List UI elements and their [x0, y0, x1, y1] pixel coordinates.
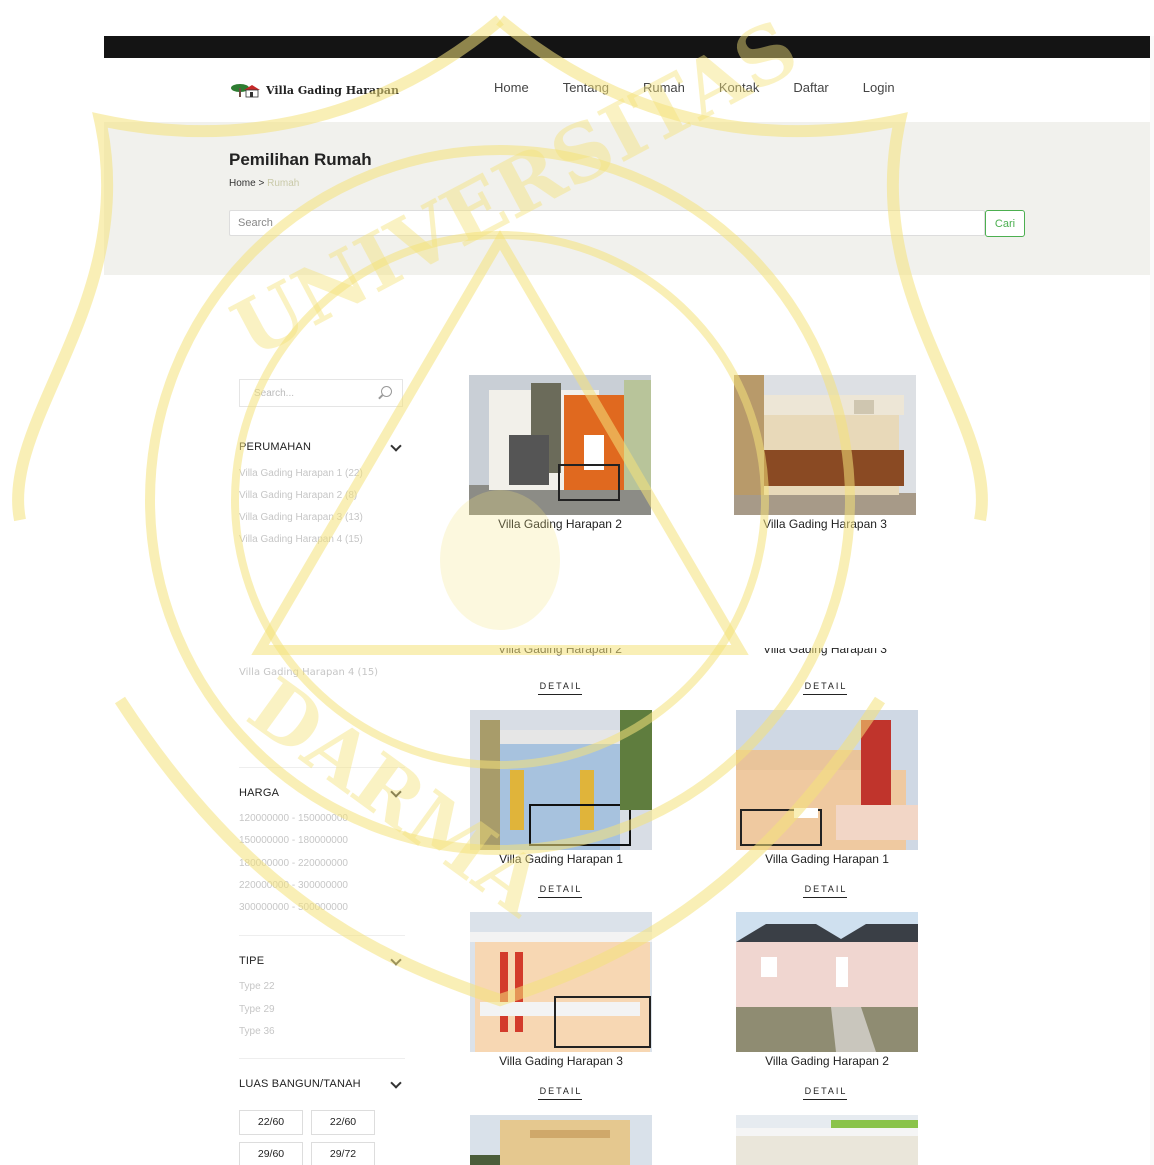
product-image[interactable] [736, 710, 918, 850]
detail-link[interactable]: DETAIL [469, 681, 651, 695]
nav-rumah[interactable]: Rumah [643, 80, 685, 95]
chevron-down-icon[interactable] [390, 440, 402, 452]
detail-label: DETAIL [537, 1086, 583, 1100]
perumahan-option[interactable]: Villa Gading Harapan 4 (15) [239, 534, 363, 545]
product-title[interactable]: Villa Gading Harapan 1 [736, 852, 918, 866]
nav-login[interactable]: Login [863, 80, 895, 95]
perumahan-option[interactable]: Villa Gading Harapan 2 (8) [239, 490, 357, 501]
page-title: Pemilihan Rumah [229, 150, 372, 169]
product-title[interactable]: Villa Gading Harapan 2 [469, 648, 651, 658]
breadcrumb: Home > Rumah [229, 178, 299, 189]
detail-link[interactable]: DETAIL [734, 681, 916, 695]
perumahan-option[interactable]: Villa Gading Harapan 3 (13) [239, 512, 363, 523]
detail-label: DETAIL [537, 884, 583, 898]
search-icon[interactable] [381, 386, 392, 397]
perumahan-option[interactable]: Villa Gading Harapan 1 (22) [239, 468, 363, 479]
divider [239, 1058, 405, 1059]
product-title-text: Villa Gading Harapan 2 [498, 648, 622, 656]
product-title[interactable]: Villa Gading Harapan 3 [470, 1054, 652, 1068]
breadcrumb-home[interactable]: Home [229, 178, 256, 189]
house-photo [470, 1115, 652, 1165]
product-title[interactable]: Villa Gading Harapan 2 [469, 517, 651, 531]
house-photo [469, 375, 651, 515]
main-nav: Home Tentang Rumah Kontak Daftar Login [494, 80, 895, 95]
perumahan-title[interactable]: PERUMAHAN [239, 441, 311, 453]
top-bar [104, 36, 1150, 58]
divider [239, 935, 405, 936]
tipe-option[interactable]: Type 22 [239, 981, 275, 992]
product-title[interactable]: Villa Gading Harapan 3 [734, 517, 916, 531]
logo[interactable]: Villa Gading Harapan [230, 82, 399, 98]
nav-kontak[interactable]: Kontak [719, 80, 759, 95]
luas-option[interactable]: 29/60 [239, 1142, 303, 1165]
divider [239, 767, 405, 768]
harga-title[interactable]: HARGA [239, 787, 279, 799]
product-title[interactable]: Villa Gading Harapan 1 [470, 852, 652, 866]
house-photo [736, 1115, 918, 1165]
product-image[interactable] [470, 1115, 652, 1165]
page-banner: Pemilihan Rumah Home > Rumah Search Cari [104, 122, 1150, 275]
product-title[interactable]: Villa Gading Harapan 2 [736, 1054, 918, 1068]
tipe-title[interactable]: TIPE [239, 955, 264, 967]
chevron-down-icon[interactable] [390, 1077, 402, 1089]
product-image[interactable] [736, 1115, 918, 1165]
product-image[interactable] [736, 912, 918, 1052]
harga-option[interactable]: 150000000 - 180000000 [239, 835, 348, 846]
luas-option[interactable]: 22/60 [311, 1110, 375, 1135]
product-image[interactable] [469, 375, 651, 515]
perumahan-option[interactable]: Villa Gading Harapan 4 (15) [239, 667, 378, 678]
house-photo [470, 710, 652, 850]
house-photo [736, 710, 918, 850]
harga-option[interactable]: 300000000 - 500000000 [239, 902, 348, 913]
harga-option[interactable]: 180000000 - 220000000 [239, 858, 348, 869]
house-photo [734, 375, 916, 515]
luas-option[interactable]: 22/60 [239, 1110, 303, 1135]
nav-home[interactable]: Home [494, 80, 529, 95]
detail-label: DETAIL [802, 884, 848, 898]
tipe-option[interactable]: Type 36 [239, 1026, 275, 1037]
detail-link[interactable]: DETAIL [734, 884, 916, 898]
luas-title[interactable]: LUAS BANGUN/TANAH [239, 1078, 361, 1090]
product-image[interactable] [470, 710, 652, 850]
search-button[interactable]: Cari [985, 210, 1025, 237]
product-title-text: Villa Gading Harapan 3 [763, 648, 887, 656]
sidebar-search-placeholder: Search... [254, 388, 295, 399]
sidebar-search-input[interactable]: Search... [239, 379, 403, 407]
brand-name: Villa Gading Harapan [266, 83, 400, 97]
luas-option[interactable]: 29/72 [311, 1142, 375, 1165]
chevron-down-icon[interactable] [390, 954, 402, 966]
detail-label: DETAIL [802, 1086, 848, 1100]
breadcrumb-separator: > [258, 178, 265, 189]
scroll-gap [104, 548, 1150, 646]
product-image[interactable] [470, 912, 652, 1052]
search-input[interactable]: Search [229, 210, 985, 236]
nav-tentang[interactable]: Tentang [563, 80, 609, 95]
product-title[interactable]: Villa Gading Harapan 3 [734, 648, 916, 658]
detail-link[interactable]: DETAIL [469, 884, 651, 898]
detail-label: DETAIL [537, 681, 583, 695]
scrollbar-track[interactable] [1150, 36, 1154, 1165]
house-logo-icon [231, 84, 260, 98]
breadcrumb-current: Rumah [267, 178, 300, 189]
house-photo [736, 912, 918, 1052]
harga-option[interactable]: 220000000 - 300000000 [239, 880, 348, 891]
product-image[interactable] [734, 375, 916, 515]
detail-label: DETAIL [802, 681, 848, 695]
house-photo [470, 912, 652, 1052]
harga-option[interactable]: 120000000 - 150000000 [239, 813, 348, 824]
nav-daftar[interactable]: Daftar [793, 80, 828, 95]
site-header: Villa Gading Harapan Home Tentang Rumah … [104, 58, 1150, 122]
tipe-option[interactable]: Type 29 [239, 1004, 275, 1015]
chevron-down-icon[interactable] [390, 786, 402, 798]
detail-link[interactable]: DETAIL [469, 1086, 651, 1100]
detail-link[interactable]: DETAIL [734, 1086, 916, 1100]
